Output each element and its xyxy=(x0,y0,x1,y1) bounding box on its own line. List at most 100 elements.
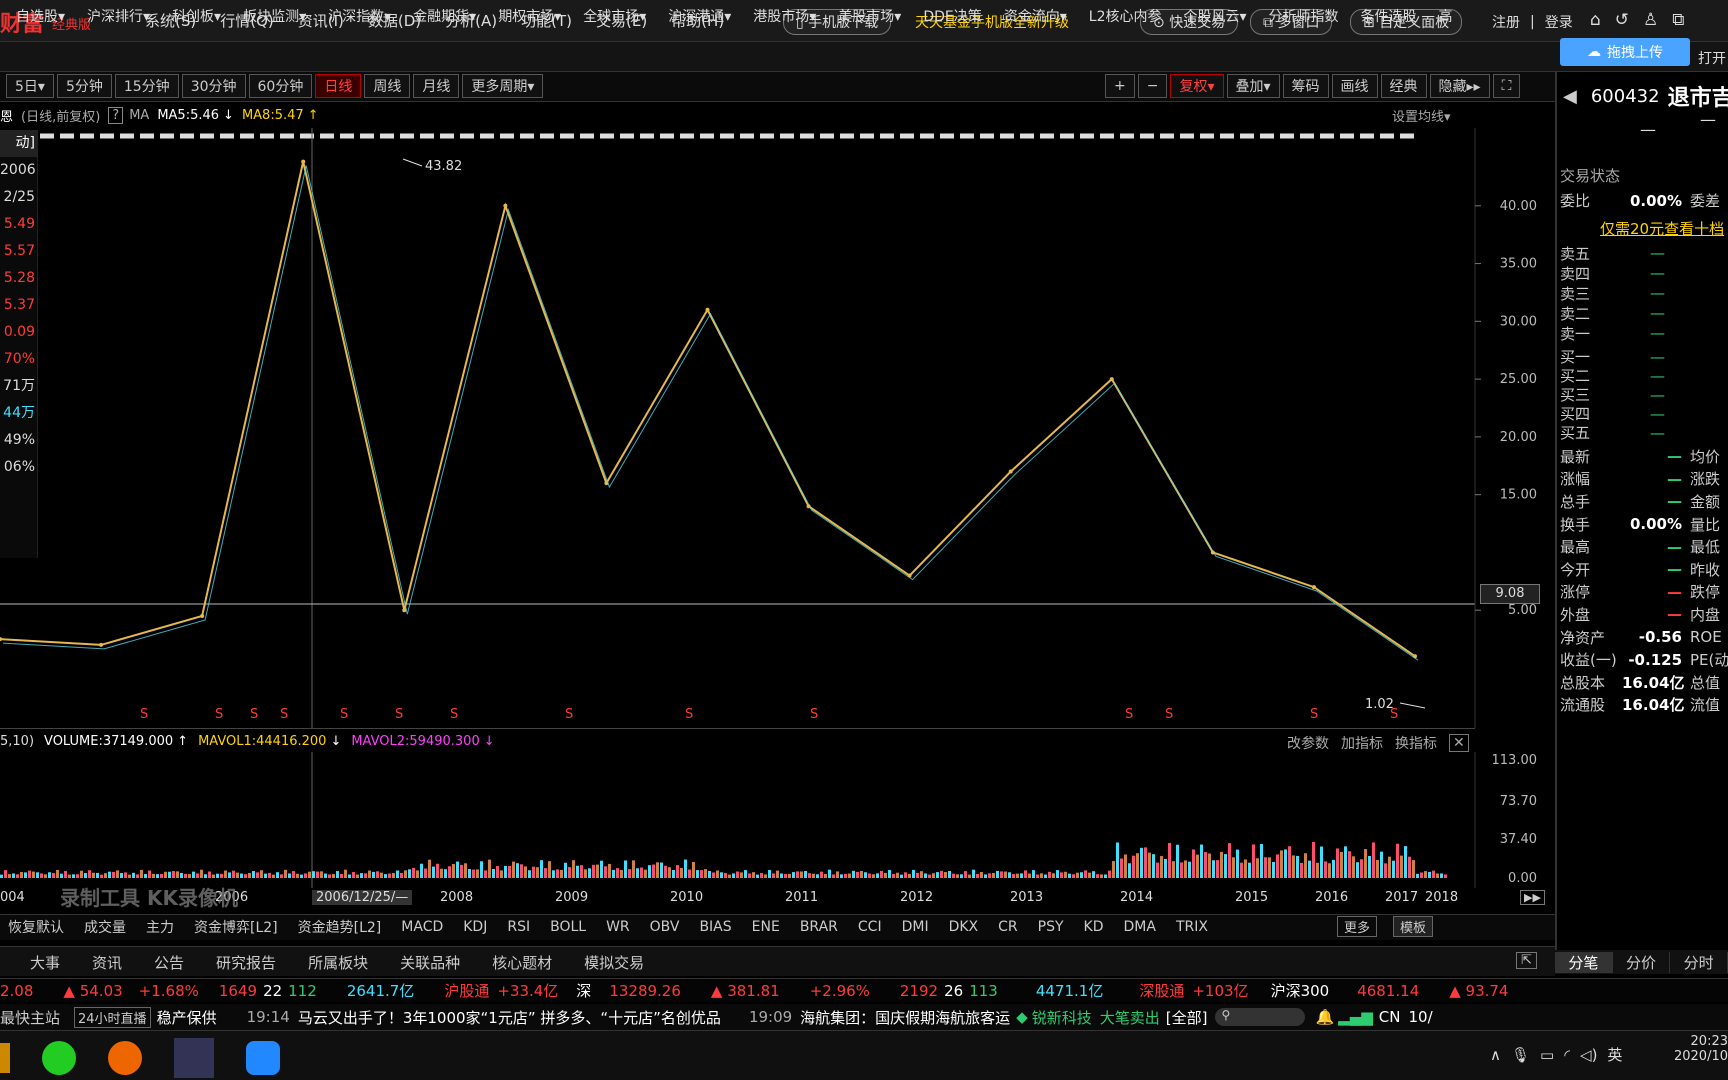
bell-icon[interactable]: 🔔 xyxy=(1315,1008,1334,1026)
chart-tool-button[interactable]: 筹码 xyxy=(1282,74,1329,98)
nav-item[interactable]: 科创板▾ xyxy=(172,6,221,26)
bottom-tab[interactable]: 大事 xyxy=(30,952,60,973)
nav-item[interactable]: DDE决策 xyxy=(923,6,981,26)
indicator-tab[interactable]: BOLL xyxy=(550,919,586,935)
bottom-tab[interactable]: 核心题材 xyxy=(492,952,552,973)
level10-promo-link[interactable]: 仅需20元查看十档 xyxy=(1600,218,1724,239)
bottom-tab[interactable]: 研究报告 xyxy=(216,952,276,973)
wifi-icon[interactable]: ◜ xyxy=(1564,1046,1570,1064)
indicator-tab[interactable]: 资金博弈[L2] xyxy=(194,917,278,937)
indicator-tab[interactable]: ENE xyxy=(752,919,780,935)
candlestick-chart[interactable]: 40.00 35.00 30.00 25.00 20.00 15.00 5.00 43.82… xyxy=(0,128,1555,728)
nav-item[interactable]: 期权市场▾ xyxy=(498,6,561,26)
indicator-tab[interactable]: RSI xyxy=(507,919,530,935)
chart-tool-button[interactable]: + xyxy=(1105,74,1135,98)
indicator-tab[interactable]: WR xyxy=(606,919,630,935)
indicator-tab[interactable]: 资金趋势[L2] xyxy=(298,917,382,937)
indicator-tab[interactable]: DMI xyxy=(902,919,929,935)
indicator-tab[interactable]: DMA xyxy=(1124,919,1156,935)
period-button[interactable]: 30分钟 xyxy=(181,74,246,98)
indicator-tab[interactable]: CR xyxy=(998,919,1018,935)
shirt-icon[interactable]: ♙ xyxy=(1643,10,1658,30)
nav-item[interactable]: 港股市场▾ xyxy=(753,6,816,26)
back-icon[interactable]: ↺ xyxy=(1615,10,1629,30)
chart-tool-button[interactable]: 复权▾ xyxy=(1170,74,1224,98)
period-button[interactable]: 更多周期▾ xyxy=(462,74,544,98)
home-icon[interactable]: ⌂ xyxy=(1590,10,1601,30)
help-icon[interactable]: ? xyxy=(108,107,124,124)
nav-item[interactable]: 金融期货▾ xyxy=(413,6,476,26)
period-button[interactable]: 15分钟 xyxy=(114,74,179,98)
nav-item[interactable]: 全球市场▾ xyxy=(583,6,646,26)
chart-tool-button[interactable]: 画线 xyxy=(1331,74,1378,98)
indicator-tab[interactable]: OBV xyxy=(650,919,680,935)
mic-icon[interactable]: 🎙 xyxy=(1511,1046,1530,1064)
popout-icon[interactable]: ⇱ xyxy=(1516,952,1537,969)
indicator-tab[interactable]: KDJ xyxy=(463,919,487,935)
ime-indicator[interactable]: 英 xyxy=(1607,1044,1622,1065)
period-button[interactable]: 5分钟 xyxy=(56,74,112,98)
chart-tool-button[interactable]: − xyxy=(1137,74,1168,98)
template-button[interactable]: 模板 xyxy=(1393,916,1434,937)
indicator-tab[interactable]: MACD xyxy=(401,919,443,935)
news-text-1[interactable]: 马云又出手了！3年1000家“1元店” 拼多多、“十元店”名创优品 xyxy=(298,1007,721,1028)
chart-tool-button[interactable]: ⛶ xyxy=(1492,74,1521,98)
nav-item[interactable]: 自选股▾ xyxy=(16,6,65,26)
period-button[interactable]: 周线 xyxy=(364,74,411,98)
indicator-tab[interactable]: DKX xyxy=(949,919,979,935)
quote-tab[interactable]: 分时 xyxy=(1670,951,1728,973)
indicator-tab[interactable]: BIAS xyxy=(699,919,731,935)
quote-tab[interactable]: 分笔 xyxy=(1555,951,1613,973)
chevron-up-icon[interactable]: ∧ xyxy=(1490,1046,1501,1064)
indicator-tab[interactable]: BRAR xyxy=(800,919,838,935)
volume-tool-button[interactable]: 加指标 xyxy=(1341,733,1383,753)
indicator-tab[interactable]: PSY xyxy=(1038,919,1064,935)
bottom-tab[interactable]: 所属板块 xyxy=(308,952,368,973)
register-link[interactable]: 注册 xyxy=(1492,12,1520,32)
more-indicators-button[interactable]: 更多 xyxy=(1337,916,1378,937)
nav-item[interactable]: 个股风云▾ xyxy=(1184,6,1247,26)
volume-tool-button[interactable]: 改参数 xyxy=(1287,733,1329,753)
indicator-tab[interactable]: KD xyxy=(1084,919,1104,935)
nav-item[interactable]: 板块监测▾ xyxy=(243,6,306,26)
prev-stock-icon[interactable]: ◀ xyxy=(1563,86,1577,107)
nav-item[interactable]: 高 xyxy=(1439,6,1453,26)
open-link[interactable]: 打开 xyxy=(1698,48,1726,68)
browser-icon[interactable] xyxy=(42,1041,76,1075)
recorder-app-icon[interactable] xyxy=(108,1041,142,1075)
upload-button[interactable]: ☁ 拖拽上传 xyxy=(1560,38,1690,66)
period-button[interactable]: 日线 xyxy=(315,74,362,98)
all-link[interactable]: [全部] xyxy=(1166,1007,1208,1028)
indicator-tab[interactable]: 恢复默认 xyxy=(8,917,64,937)
alert-stock[interactable]: 锐新科技 xyxy=(1032,1007,1092,1028)
chart-tool-button[interactable]: 叠加▾ xyxy=(1226,74,1280,98)
chart-tool-button[interactable]: 隐藏▸▸ xyxy=(1429,74,1490,98)
period-button[interactable]: 5日▾ xyxy=(6,74,54,98)
indicator-tab[interactable]: 主力 xyxy=(146,917,174,937)
ma-settings-button[interactable]: 设置均线▾ xyxy=(1392,106,1451,125)
stock-app-icon[interactable] xyxy=(174,1038,214,1078)
explorer-icon[interactable] xyxy=(0,1043,10,1073)
nav-item[interactable]: 条件选股 xyxy=(1361,6,1417,26)
nav-item[interactable]: 沪深港通▾ xyxy=(668,6,731,26)
quote-tab[interactable]: 分价 xyxy=(1613,951,1671,973)
cloud-app-icon[interactable] xyxy=(246,1041,280,1075)
news-text-2[interactable]: 海航集团：国庆假期海航旅客运 xyxy=(800,1007,1010,1028)
bottom-tab[interactable]: 模拟交易 xyxy=(584,952,644,973)
close-icon[interactable]: ✕ xyxy=(1449,734,1469,752)
bottom-tab[interactable]: 关联品种 xyxy=(400,952,460,973)
period-button[interactable]: 月线 xyxy=(413,74,460,98)
period-button[interactable]: 60分钟 xyxy=(248,74,313,98)
restore-icon[interactable]: ⧉ xyxy=(1672,10,1684,30)
volume-chart[interactable]: 113.00 73.70 37.40 0.00 xyxy=(0,752,1555,888)
nav-item[interactable]: 沪深排行▾ xyxy=(87,6,150,26)
news-item-1[interactable]: 稳产保供 xyxy=(157,1007,217,1028)
clock[interactable]: 20:23 2020/10 xyxy=(1670,1034,1728,1064)
bottom-tab[interactable]: 公告 xyxy=(154,952,184,973)
live-tab[interactable]: 24小时直播 xyxy=(74,1006,151,1028)
news-source[interactable]: 最快主站 xyxy=(0,1007,60,1028)
battery-icon[interactable]: ▭ xyxy=(1540,1046,1554,1064)
login-link[interactable]: 登录 xyxy=(1545,12,1573,32)
scroll-right-icon[interactable]: ▶▶ xyxy=(1520,890,1545,905)
volume-icon[interactable]: ◁) xyxy=(1580,1046,1597,1064)
